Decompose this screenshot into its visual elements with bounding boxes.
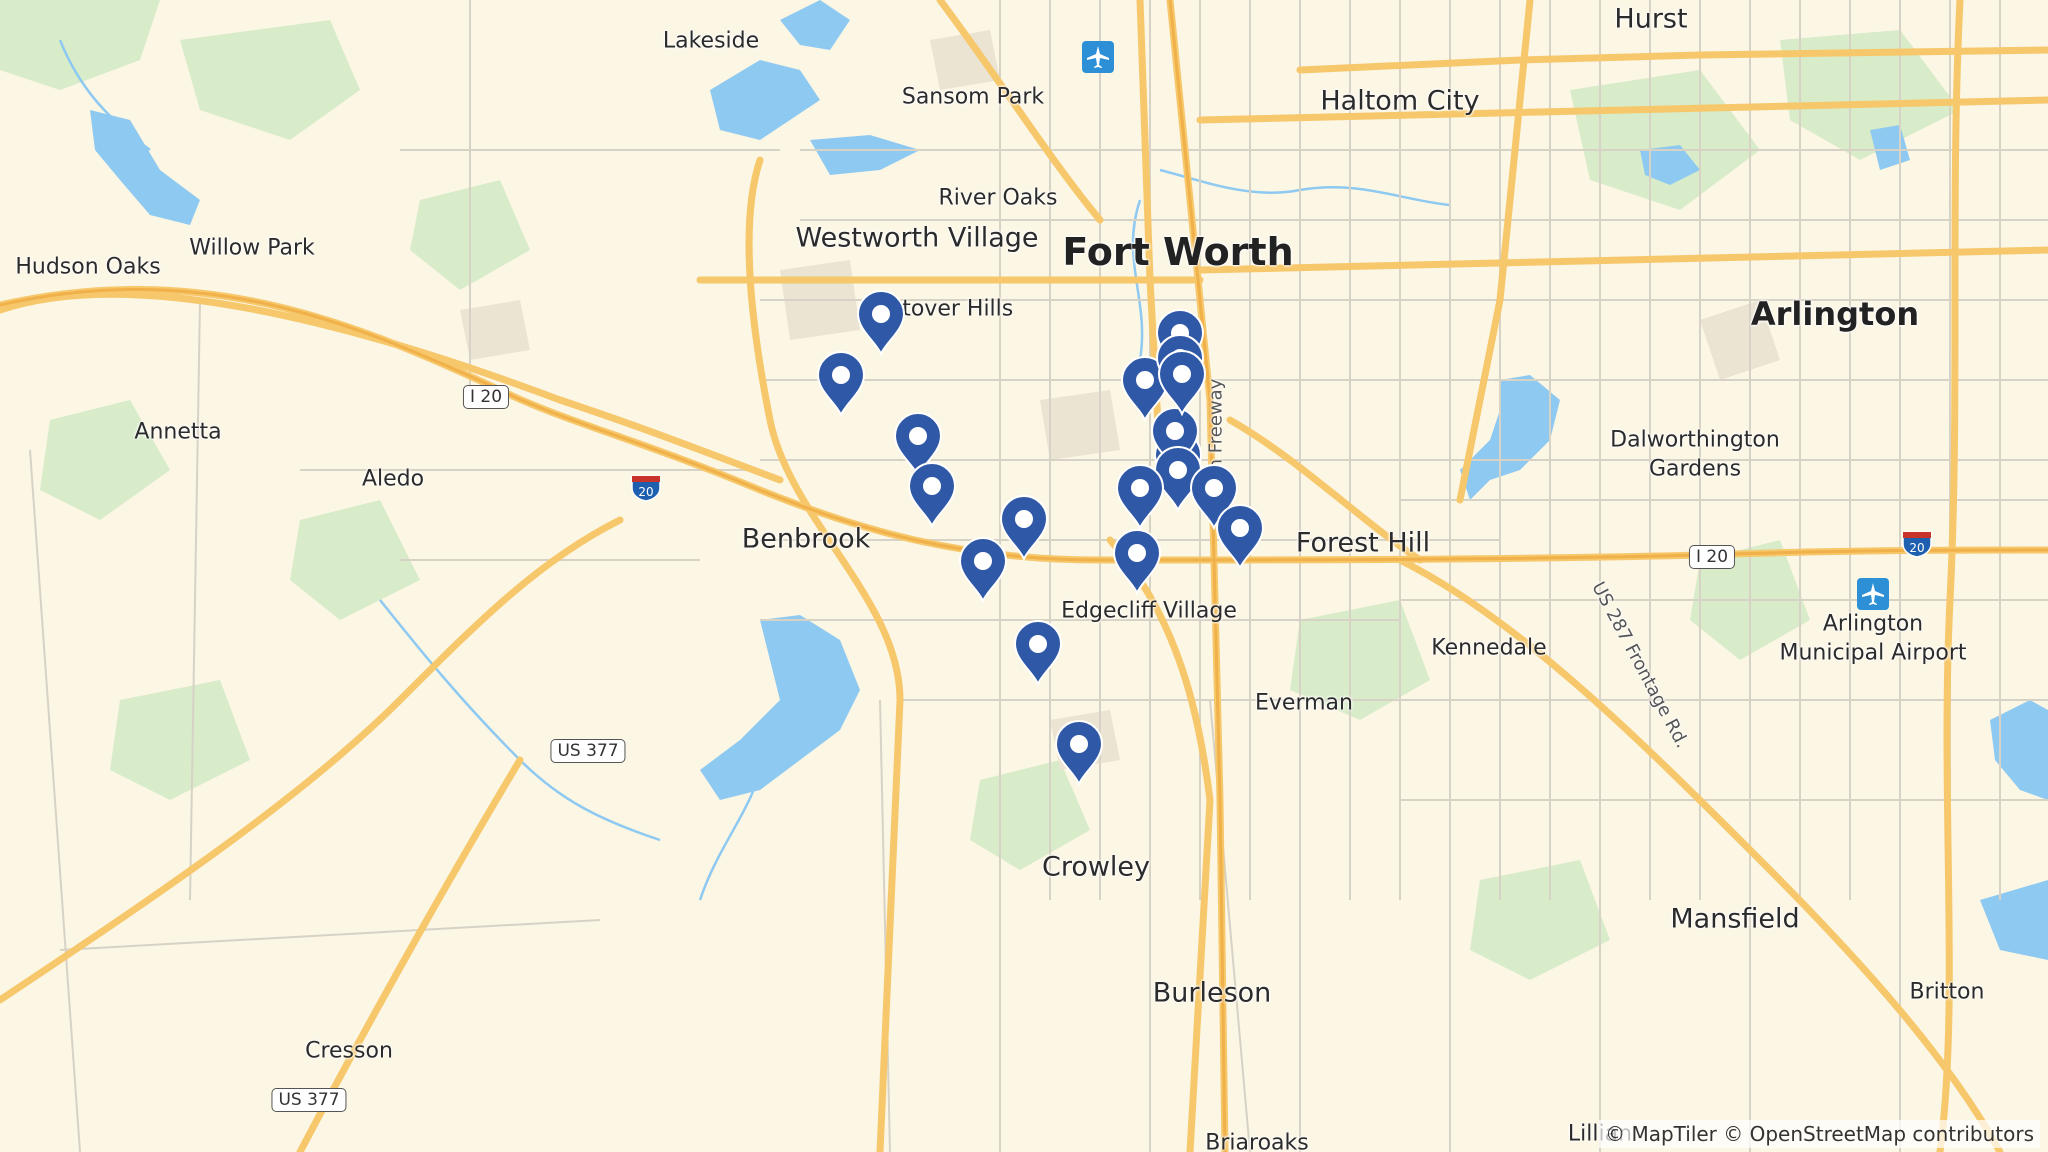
label-lakeside: Lakeside bbox=[662, 28, 760, 54]
map-pin-marker[interactable] bbox=[905, 462, 959, 529]
map-pin-marker[interactable] bbox=[1011, 620, 1065, 687]
label-sansom-park: Sansom Park bbox=[901, 84, 1045, 110]
shield-i20: I 20 bbox=[1688, 545, 1736, 569]
label-aledo: Aledo bbox=[361, 466, 425, 492]
airport-icon bbox=[1857, 578, 1889, 610]
shield-us377: US 377 bbox=[550, 739, 626, 763]
label-cresson: Cresson bbox=[305, 1038, 393, 1064]
map-attribution[interactable]: © MapTiler © OpenStreetMap contributors bbox=[1599, 1120, 2040, 1148]
label-river-oaks: River Oaks bbox=[938, 185, 1058, 211]
label-dalworthington-gardens: Dalworthington bbox=[1610, 427, 1780, 453]
label-arlington-municipal-airport: Arlington bbox=[1822, 611, 1924, 637]
map-canvas[interactable]: Fort Worth Arlington Haltom City Hurst W… bbox=[0, 0, 2048, 1152]
map-basemap bbox=[0, 0, 2048, 1152]
interstate-badge-number: 20 bbox=[638, 485, 653, 499]
label-arlington: Arlington bbox=[1750, 295, 1920, 333]
shield-us377: US 377 bbox=[271, 1088, 347, 1112]
map-pin-marker[interactable] bbox=[1052, 720, 1106, 787]
airport-icon bbox=[1082, 41, 1114, 73]
label-fort-worth: Fort Worth bbox=[1062, 230, 1294, 274]
label-willow-park: Willow Park bbox=[189, 235, 315, 261]
label-everman: Everman bbox=[1255, 690, 1353, 716]
label-hurst: Hurst bbox=[1614, 3, 1688, 35]
label-annetta: Annetta bbox=[134, 419, 222, 445]
label-forest-hill: Forest Hill bbox=[1295, 527, 1431, 559]
label-burleson: Burleson bbox=[1152, 977, 1272, 1009]
map-pin-marker[interactable] bbox=[956, 537, 1010, 604]
label-mansfield: Mansfield bbox=[1670, 903, 1800, 935]
label-britton: Britton bbox=[1909, 979, 1985, 1005]
label-briaroaks: Briaroaks bbox=[1205, 1130, 1309, 1152]
interstate-20-badge: 20 bbox=[1901, 530, 1933, 558]
interstate-badge-number: 20 bbox=[1909, 541, 1924, 555]
label-benbrook: Benbrook bbox=[741, 523, 871, 555]
label-kennedale: Kennedale bbox=[1431, 635, 1547, 661]
map-pin-marker[interactable] bbox=[1213, 504, 1267, 571]
map-pin-marker[interactable] bbox=[1113, 464, 1167, 531]
map-pin-marker[interactable] bbox=[814, 351, 868, 418]
shield-i20: I 20 bbox=[462, 385, 510, 409]
label-hudson-oaks: Hudson Oaks bbox=[15, 254, 161, 280]
map-pin-marker[interactable] bbox=[1110, 529, 1164, 596]
label-edgecliff-village: Edgecliff Village bbox=[1061, 598, 1237, 624]
label-crowley: Crowley bbox=[1041, 851, 1151, 883]
interstate-20-badge: 20 bbox=[630, 474, 662, 502]
map-pin-marker[interactable] bbox=[1155, 350, 1209, 417]
label-westover-hills: stover Hills bbox=[890, 296, 1014, 322]
label-westworth-village: Westworth Village bbox=[795, 222, 1039, 254]
label-arlington-municipal-airport: Municipal Airport bbox=[1779, 640, 1967, 666]
label-dalworthington-gardens: Gardens bbox=[1648, 456, 1742, 482]
map-pin-marker[interactable] bbox=[854, 290, 908, 357]
label-haltom-city: Haltom City bbox=[1320, 85, 1480, 117]
